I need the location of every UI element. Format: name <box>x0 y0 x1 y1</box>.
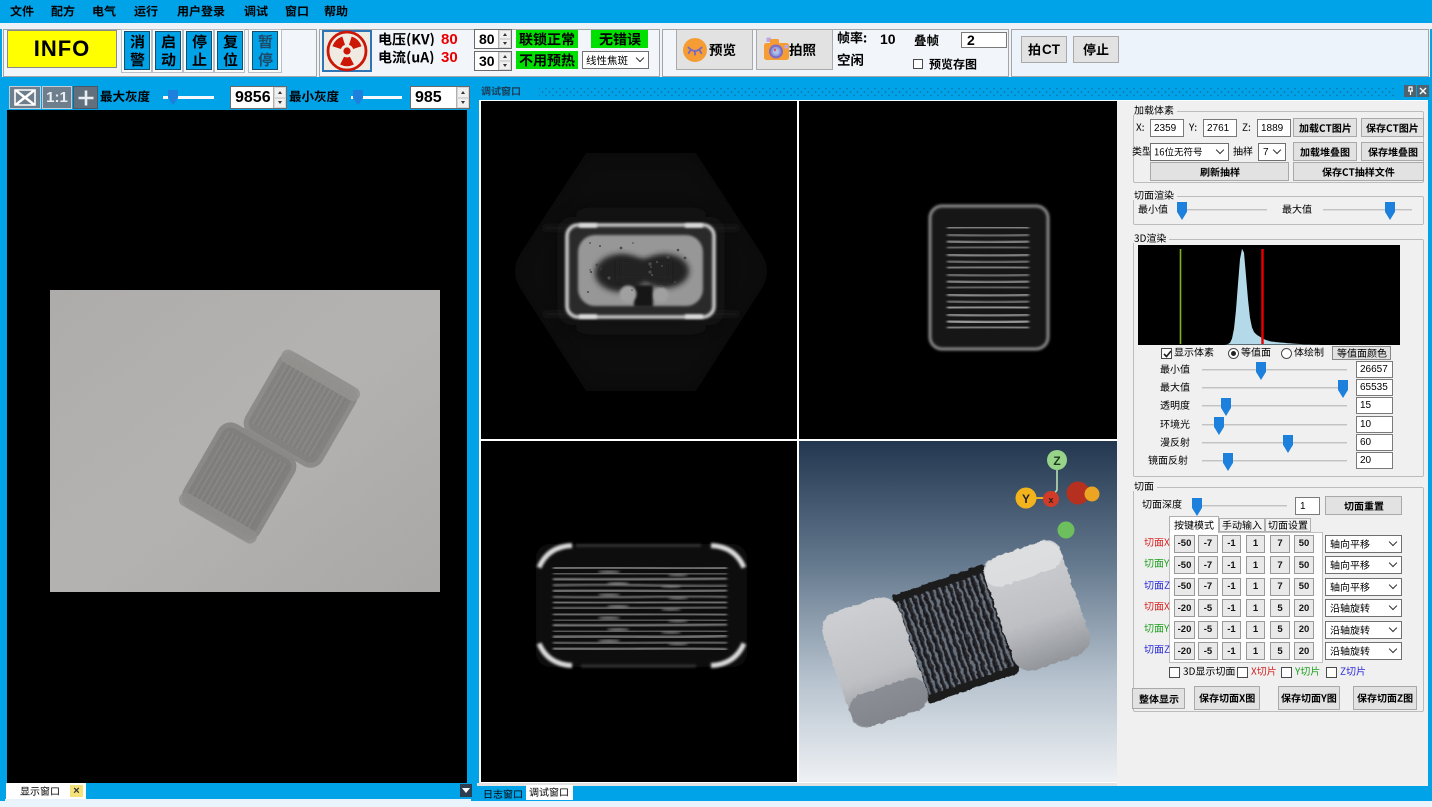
svg-text:x: x <box>1048 495 1053 505</box>
svg-text:Y: Y <box>1022 492 1030 506</box>
svg-text:Z: Z <box>1053 454 1060 468</box>
